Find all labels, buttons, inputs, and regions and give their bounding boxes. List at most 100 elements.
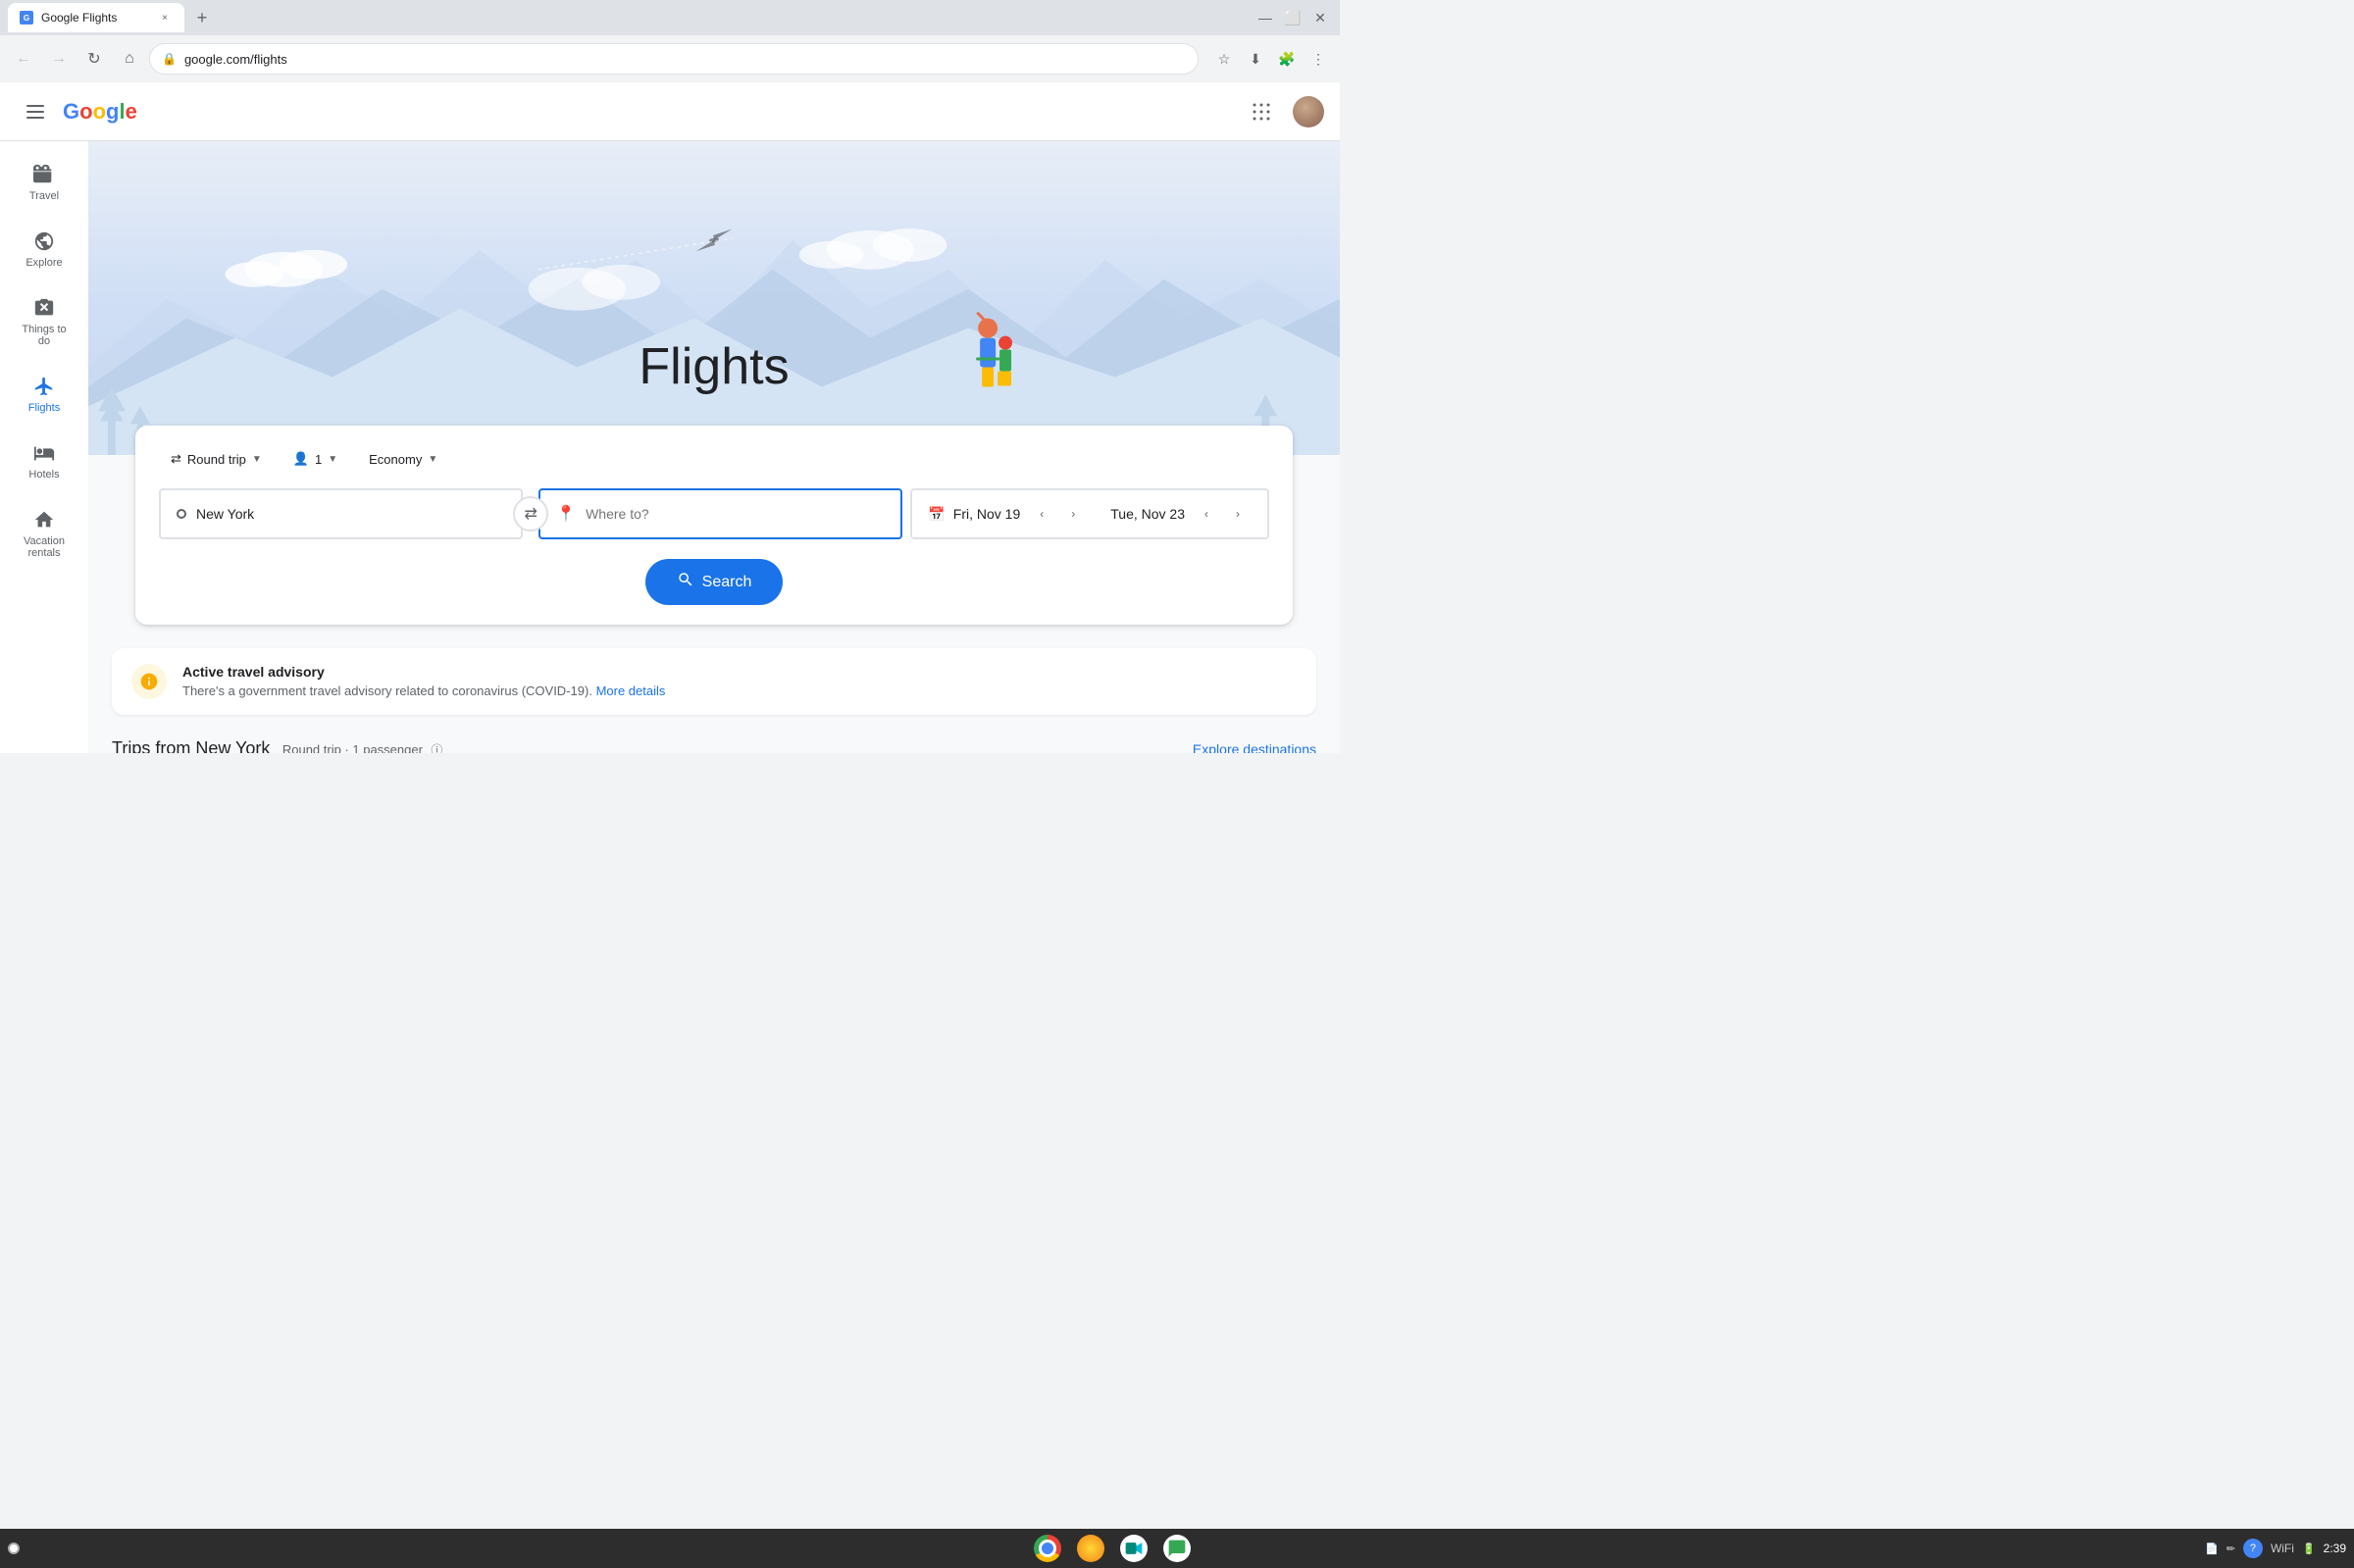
sidebar-label-things-to-do: Things to do <box>16 324 73 347</box>
origin-dot-icon <box>177 509 186 519</box>
close-window-button[interactable]: ✕ <box>1308 6 1332 29</box>
origin-value: New York <box>196 506 254 522</box>
tab-close-button[interactable]: × <box>157 10 173 25</box>
taskbar-chrome-button[interactable] <box>1032 1533 1063 1564</box>
taskbar-orange-app-button[interactable] <box>1075 1533 1106 1564</box>
sidebar-item-hotels[interactable]: Hotels <box>8 430 80 492</box>
flights-icon <box>32 375 56 398</box>
extensions-button[interactable]: 🧩 <box>1273 45 1301 73</box>
sidebar-item-things-to-do[interactable]: Things to do <box>8 284 80 359</box>
advisory-title: Active travel advisory <box>182 664 665 680</box>
trips-title-group: Trips from New York Round trip · 1 passe… <box>112 738 442 753</box>
hotels-icon <box>32 441 56 465</box>
passengers-icon: 👤 <box>293 451 309 467</box>
sidebar-item-explore[interactable]: Explore <box>8 218 80 280</box>
calendar-icon: 📅 <box>928 506 945 523</box>
taskbar-right: 📄 ✏ ? WiFi 🔋 2:39 <box>2205 1539 2346 1558</box>
passengers-count: 1 <box>315 452 322 467</box>
download-button[interactable]: ⬇ <box>1242 45 1269 73</box>
google-bar: Google <box>0 82 1340 141</box>
things-to-do-icon <box>32 296 56 320</box>
trips-info-icon: ⓘ <box>431 743 442 753</box>
toolbar-actions: ☆ ⬇ 🧩 ⋮ <box>1210 45 1332 73</box>
trips-subtitle: Round trip · 1 passenger <box>282 742 423 753</box>
swap-button[interactable]: ⇄ <box>513 496 548 531</box>
travel-icon <box>32 163 56 186</box>
maximize-button[interactable]: ⬜ <box>1281 6 1305 29</box>
hamburger-menu-button[interactable] <box>16 92 55 131</box>
advisory-more-details-link[interactable]: More details <box>596 683 666 698</box>
taskbar: 📄 ✏ ? WiFi 🔋 2:39 <box>0 1529 2354 1568</box>
sidebar-label-hotels: Hotels <box>28 469 59 481</box>
taskbar-help-icon: ? <box>2243 1539 2263 1558</box>
search-inputs: New York ⇄ 📍 📅 <box>159 488 1269 539</box>
home-button[interactable]: ⌂ <box>114 43 145 75</box>
sidebar-label-vacation-rentals: Vacation rentals <box>16 535 73 559</box>
refresh-button[interactable]: ↻ <box>78 43 110 75</box>
star-button[interactable]: ☆ <box>1210 45 1238 73</box>
clock-display: 2:39 <box>2324 1542 2346 1555</box>
origin-field[interactable]: New York <box>159 488 523 539</box>
destination-field[interactable]: 📍 <box>538 488 902 539</box>
depart-date-nav: ‹ › <box>1028 500 1087 528</box>
search-section: ⇄ Round trip ▼ 👤 1 ▼ Ec <box>135 426 1293 625</box>
taskbar-doc-icon: 📄 <box>2205 1543 2219 1555</box>
orange-app-icon <box>1077 1535 1104 1562</box>
depart-next-button[interactable]: › <box>1059 500 1087 528</box>
url-text: google.com/flights <box>184 52 1186 67</box>
chat-icon <box>1163 1535 1191 1562</box>
taskbar-center <box>27 1533 2197 1564</box>
swap-icon: ⇄ <box>524 504 537 524</box>
sidebar-label-flights: Flights <box>28 402 60 414</box>
return-prev-button[interactable]: ‹ <box>1193 500 1220 528</box>
back-button[interactable]: ← <box>8 43 39 75</box>
new-tab-button[interactable]: + <box>188 4 216 31</box>
search-icon <box>677 571 694 593</box>
vacation-rentals-icon <box>32 508 56 531</box>
hero-illustration <box>88 211 1340 455</box>
browser-tab-bar: G Google Flights × + — ⬜ ✕ <box>0 0 1340 35</box>
lock-icon: 🔒 <box>162 52 177 66</box>
main-content: Flights ⇄ Round trip ▼ <box>88 141 1340 753</box>
taskbar-chat-button[interactable] <box>1161 1533 1193 1564</box>
sidebar-item-flights[interactable]: Flights <box>8 363 80 426</box>
sidebar: Travel Explore Things to do <box>0 141 88 753</box>
page-title: Flights <box>639 337 789 396</box>
search-button[interactable]: Search <box>645 559 784 605</box>
chrome-icon <box>1034 1535 1061 1562</box>
return-next-button[interactable]: › <box>1224 500 1252 528</box>
search-panel-wrapper: ⇄ Round trip ▼ 👤 1 ▼ Ec <box>88 426 1340 625</box>
sidebar-item-travel[interactable]: Travel <box>8 151 80 214</box>
more-button[interactable]: ⋮ <box>1305 45 1332 73</box>
address-bar-row: ← → ↻ ⌂ 🔒 google.com/flights ☆ ⬇ 🧩 ⋮ <box>0 35 1340 82</box>
passengers-dropdown[interactable]: 👤 1 ▼ <box>281 445 349 473</box>
minimize-button[interactable]: — <box>1254 6 1277 29</box>
return-date-nav: ‹ › <box>1193 500 1252 528</box>
sidebar-item-vacation-rentals[interactable]: Vacation rentals <box>8 496 80 571</box>
taskbar-meet-button[interactable] <box>1118 1533 1150 1564</box>
sidebar-label-explore: Explore <box>26 257 62 269</box>
advisory-body: There's a government travel advisory rel… <box>182 683 665 698</box>
avatar[interactable] <box>1293 96 1324 127</box>
cabin-class-dropdown[interactable]: Economy ▼ <box>357 446 449 473</box>
date-range-field[interactable]: 📅 Fri, Nov 19 ‹ › Tue, Nov 23 ‹ <box>910 488 1269 539</box>
passengers-arrow: ▼ <box>328 454 337 465</box>
destination-input[interactable] <box>586 506 885 522</box>
trip-type-dropdown[interactable]: ⇄ Round trip ▼ <box>159 445 274 473</box>
explore-icon <box>32 229 56 253</box>
advisory-content: Active travel advisory There's a governm… <box>182 664 665 698</box>
cabin-class-label: Economy <box>369 452 422 467</box>
depart-prev-button[interactable]: ‹ <box>1028 500 1055 528</box>
search-btn-row: Search <box>159 559 1269 605</box>
content-wrapper: Google <box>0 82 1340 753</box>
address-bar[interactable]: 🔒 google.com/flights <box>149 43 1199 75</box>
travel-advisory: Active travel advisory There's a governm… <box>112 648 1316 715</box>
cabin-class-arrow: ▼ <box>428 454 437 465</box>
search-button-label: Search <box>702 574 752 591</box>
explore-destinations-link[interactable]: Explore destinations <box>1193 741 1316 754</box>
active-tab[interactable]: G Google Flights × <box>8 3 184 32</box>
tab-favicon: G <box>20 11 33 25</box>
trip-type-arrow: ▼ <box>252 454 262 465</box>
apps-grid-button[interactable] <box>1242 92 1281 131</box>
forward-button[interactable]: → <box>43 43 75 75</box>
